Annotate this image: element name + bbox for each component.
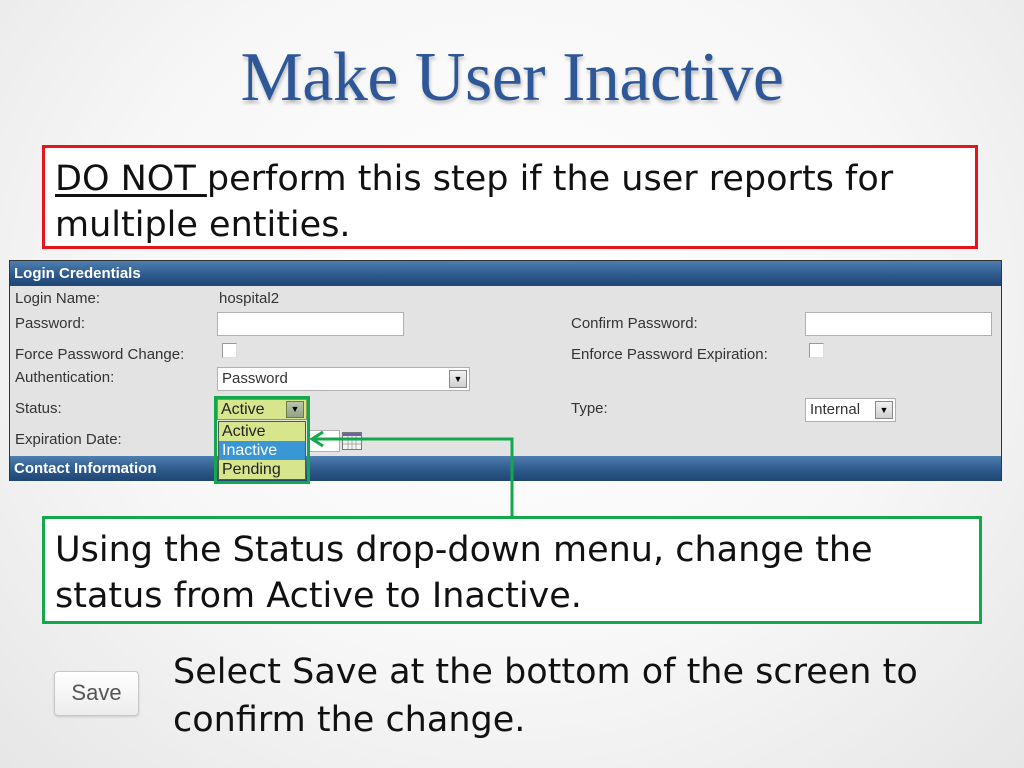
type-label: Type: [571,400,608,417]
warning-callout: DO NOT perform this step if the user rep… [42,145,978,249]
slide-title: Make User Inactive [240,39,784,116]
login-name-value: hospital2 [219,290,280,307]
instruction-callout: Using the Status drop-down menu, change … [42,516,982,624]
authentication-select[interactable]: Password ▼ [217,367,470,391]
status-highlight-box [214,396,310,484]
password-label: Password: [15,315,86,332]
authentication-label: Authentication: [15,369,115,386]
save-button[interactable]: Save [54,671,139,716]
type-select[interactable]: Internal ▼ [805,398,896,422]
section-header-login-credentials: Login Credentials [10,261,1001,286]
chevron-down-icon[interactable]: ▼ [449,370,467,388]
enforce-password-expiration-label: Enforce Password Expiration: [571,346,768,363]
type-value: Internal [810,401,861,418]
status-label: Status: [15,400,62,417]
password-input[interactable] [217,312,404,336]
chevron-down-icon[interactable]: ▼ [875,401,893,419]
user-form-panel: Login Credentials Login Name: hospital2 … [9,260,1002,481]
warning-emphasis: DO NOT [55,159,207,199]
authentication-value: Password [222,370,288,387]
login-name-label: Login Name: [15,290,101,307]
confirm-password-input[interactable] [805,312,992,336]
enforce-password-expiration-checkbox[interactable] [809,343,824,358]
expiration-date-label: Expiration Date: [15,431,122,448]
calendar-icon[interactable] [342,432,362,450]
force-password-change-label: Force Password Change: [15,346,185,363]
section-header-contact-information: Contact Information [10,456,1001,481]
expiration-date-input[interactable] [308,430,340,452]
save-instruction-text: Select Save at the bottom of the screen … [173,652,918,740]
confirm-password-label: Confirm Password: [571,315,698,332]
force-password-change-checkbox[interactable] [222,343,237,358]
